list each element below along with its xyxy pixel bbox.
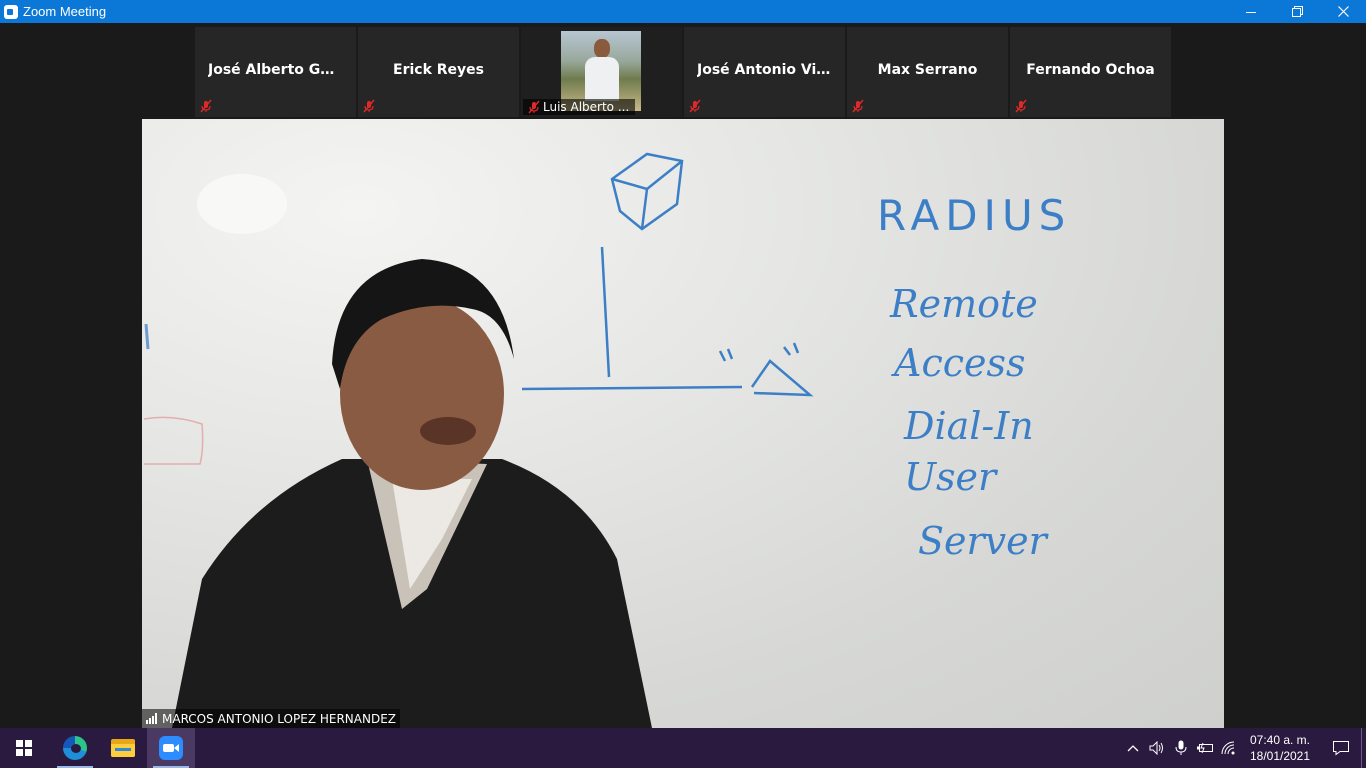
chevron-up-icon [1127, 745, 1139, 752]
participant-tile[interactable]: José Alberto Gó... [195, 27, 356, 117]
microphone-icon [1175, 740, 1187, 755]
muted-mic-icon [689, 99, 701, 113]
windows-start-icon [16, 740, 32, 756]
file-explorer-icon [111, 739, 135, 757]
participant-tile[interactable]: Max Serrano [847, 27, 1008, 117]
whiteboard-line: Access [894, 341, 1026, 385]
whiteboard-line: Remote [890, 282, 1038, 326]
active-speaker-name-label: MARCOS ANTONIO LOPEZ HERNANDEZ [142, 709, 400, 728]
restore-icon [1291, 6, 1303, 17]
muted-mic-icon [200, 99, 212, 113]
window-title: Zoom Meeting [23, 4, 107, 19]
participant-name: José Alberto Gó... [208, 62, 343, 78]
signal-strength-icon [146, 713, 157, 724]
microphone-button[interactable] [1169, 728, 1193, 768]
participant-tile[interactable]: Fernando Ochoa [1010, 27, 1171, 117]
restore-button[interactable] [1274, 0, 1320, 23]
active-speaker-video[interactable]: RADIUS Remote Access Dial-In User Server [142, 119, 1224, 728]
participant-name: Fernando Ochoa [1026, 62, 1155, 78]
participant-name-label: Luis Alberto ... [523, 99, 636, 115]
participant-gallery: José Alberto Gó... Erick Reyes Luis Albe… [195, 27, 1171, 117]
clock-date: 18/01/2021 [1249, 749, 1311, 763]
whiteboard-line: Dial-In [904, 404, 1034, 448]
speaker-silhouette [172, 259, 652, 728]
taskbar-file-explorer[interactable] [99, 728, 147, 768]
windows-taskbar: 07:40 a. m. 18/01/2021 [0, 728, 1366, 768]
zoom-app-icon [159, 736, 183, 760]
action-center-button[interactable] [1321, 728, 1361, 768]
window-controls [1228, 0, 1366, 23]
participant-name: Max Serrano [877, 62, 978, 78]
muted-mic-icon [1015, 99, 1027, 113]
line-drawing [521, 246, 814, 397]
close-button[interactable] [1320, 0, 1366, 23]
participant-name: José Antonio Vil... [697, 62, 832, 78]
active-speaker-name: MARCOS ANTONIO LOPEZ HERNANDEZ [162, 711, 396, 726]
wifi-icon [1221, 741, 1235, 755]
minimize-button[interactable] [1228, 0, 1274, 23]
battery-button[interactable] [1193, 728, 1217, 768]
network-button[interactable] [1217, 728, 1241, 768]
edge-browser-icon [63, 736, 87, 760]
taskbar-edge[interactable] [51, 728, 99, 768]
whiteboard-line: Server [918, 519, 1047, 563]
participant-tile-video[interactable]: Luis Alberto ... [521, 27, 682, 117]
notification-icon [1333, 741, 1349, 756]
volume-button[interactable] [1145, 728, 1169, 768]
close-icon [1337, 6, 1349, 17]
participant-tile[interactable]: José Antonio Vil... [684, 27, 845, 117]
taskbar-zoom[interactable] [147, 728, 195, 768]
muted-mic-icon [852, 99, 864, 113]
participant-name: Luis Alberto ... [543, 100, 630, 114]
battery-icon [1197, 742, 1213, 754]
whiteboard-line: User [904, 455, 997, 499]
muted-mic-icon [363, 99, 375, 113]
clock-time: 07:40 a. m. [1249, 733, 1311, 747]
show-hidden-icons-button[interactable] [1121, 728, 1145, 768]
participant-tile[interactable]: Erick Reyes [358, 27, 519, 117]
show-desktop-button[interactable] [1361, 728, 1366, 768]
start-button[interactable] [0, 728, 48, 768]
zoom-logo-icon [4, 4, 18, 19]
minimize-icon [1246, 11, 1256, 13]
speaker-icon [1149, 741, 1163, 755]
system-tray: 07:40 a. m. 18/01/2021 [1121, 728, 1366, 768]
taskbar-clock[interactable]: 07:40 a. m. 18/01/2021 [1245, 732, 1315, 764]
cube-drawing [610, 152, 684, 231]
participant-name: Erick Reyes [393, 62, 484, 78]
whiteboard-heading: RADIUS [877, 191, 1072, 240]
title-bar: Zoom Meeting [0, 0, 1366, 23]
muted-mic-icon [528, 100, 540, 114]
